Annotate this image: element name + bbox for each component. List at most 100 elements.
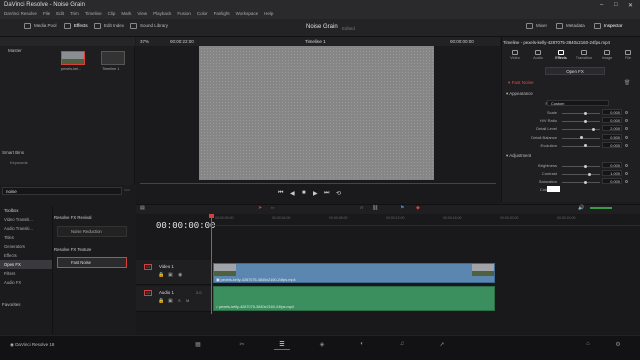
volume-meter[interactable] xyxy=(590,207,612,209)
effects-tree-item[interactable]: Audio Transiti... xyxy=(0,224,52,233)
keyframe-icon[interactable] xyxy=(625,119,628,123)
effect-noise-reduction[interactable]: Noise Reduction xyxy=(57,226,127,237)
menu-item[interactable]: Workspace xyxy=(236,11,258,16)
mute-button[interactable]: M xyxy=(186,298,189,303)
viewer-scrubber[interactable] xyxy=(140,183,496,184)
loop-icon[interactable]: ⟲ xyxy=(336,190,341,197)
param-value[interactable]: 0.000 xyxy=(602,117,622,124)
flag-icon[interactable]: ⚑ xyxy=(400,205,404,211)
param-slider[interactable] xyxy=(562,119,600,123)
mixer-button[interactable]: Mixer xyxy=(526,23,547,29)
edit-page-icon[interactable]: ☰ xyxy=(274,341,290,350)
keyframe-icon[interactable] xyxy=(625,111,628,114)
param-slider[interactable] xyxy=(562,127,600,131)
link-icon[interactable]: ⛓ xyxy=(372,205,378,211)
tab-transition[interactable]: Transition xyxy=(574,50,594,60)
param-slider[interactable] xyxy=(562,164,600,168)
menu-item[interactable]: Fairlight xyxy=(214,11,230,16)
slider-knob[interactable] xyxy=(580,136,583,140)
color-page-icon[interactable]: ◐ xyxy=(354,341,370,350)
menu-item[interactable]: Timeline xyxy=(85,11,102,16)
effects-tree-item[interactable]: Audio FX xyxy=(0,278,52,287)
metadata-button[interactable]: Metadata xyxy=(556,23,585,29)
menu-item[interactable]: Color xyxy=(197,11,208,16)
slider-knob[interactable] xyxy=(584,119,587,123)
adjustment-section[interactable]: ▾ Adjustment xyxy=(506,153,531,159)
effects-tree-item[interactable]: Titles xyxy=(0,233,52,242)
menu-item[interactable]: Edit xyxy=(56,11,64,16)
snapping-icon[interactable]: ∩ xyxy=(360,205,364,211)
effect-fast-noise[interactable]: Fast Noise xyxy=(57,257,127,268)
minimize-icon[interactable]: – xyxy=(600,2,603,8)
maximize-icon[interactable]: □ xyxy=(614,2,618,8)
lock-icon[interactable]: 🔒 xyxy=(158,272,164,278)
menu-item[interactable]: File xyxy=(43,11,50,16)
param-slider[interactable] xyxy=(562,111,600,115)
home-icon[interactable]: ⌂ xyxy=(580,341,596,350)
delete-fx-icon[interactable]: 🗑 xyxy=(624,80,630,86)
color-tint-swatch[interactable] xyxy=(547,186,560,192)
param-slider[interactable] xyxy=(562,180,600,184)
param-value[interactable]: 0.000 xyxy=(602,162,622,168)
play-icon[interactable]: ▶ xyxy=(313,190,318,197)
param-slider[interactable] xyxy=(562,172,600,176)
keyframe-icon[interactable] xyxy=(625,135,628,139)
trim-tool-icon[interactable]: ⇔ xyxy=(270,205,275,211)
menu-item[interactable]: DaVinci Resolve xyxy=(4,11,37,16)
inspector-button[interactable]: Inspector xyxy=(594,23,623,29)
media-pool-button[interactable]: Media Pool xyxy=(24,23,57,29)
tab-effects[interactable]: Effects xyxy=(551,50,571,60)
playhead[interactable] xyxy=(211,214,212,314)
slider-knob[interactable] xyxy=(584,164,587,168)
timeline-ruler[interactable]: 00:00:00:00 00:00:04:00 00:00:08:00 00:00:1… xyxy=(211,214,640,226)
search-options-icon[interactable]: ⋯ xyxy=(124,187,130,194)
clip-thumbnail-timeline[interactable] xyxy=(101,51,125,65)
param-slider[interactable] xyxy=(562,144,600,148)
timeline-timecode[interactable]: 00:00:00:00 xyxy=(156,221,215,231)
param-value[interactable]: 0.000 xyxy=(602,109,622,115)
reverse-icon[interactable]: ◀ xyxy=(290,190,295,197)
audio-clip[interactable]: ♪ pexels-kelly-4287075-3840x2160-24fps.m… xyxy=(213,286,495,311)
tab-video[interactable]: Video xyxy=(505,50,525,60)
slider-knob[interactable] xyxy=(584,180,587,184)
param-slider[interactable] xyxy=(562,136,600,140)
preset-select[interactable]: Custom xyxy=(547,100,609,106)
effects-tree-item[interactable]: Toolbox xyxy=(0,206,52,215)
settings-gear-icon[interactable]: ⚙ xyxy=(610,341,626,350)
effects-tree-item[interactable]: Video Transiti... xyxy=(0,215,52,224)
stop-icon[interactable]: ■ xyxy=(302,190,306,196)
menu-item[interactable]: View xyxy=(137,11,147,16)
sound-library-button[interactable]: Sound Library xyxy=(130,23,168,29)
fairlight-page-icon[interactable]: ♫ xyxy=(394,341,410,350)
master-bin[interactable]: Master xyxy=(8,48,22,53)
timeline-name[interactable]: Timeline 1 xyxy=(305,39,326,44)
eye-icon[interactable]: ◉ xyxy=(178,272,182,278)
speaker-icon[interactable]: 🔊 xyxy=(578,205,584,211)
slider-knob[interactable] xyxy=(584,111,587,115)
effects-search-input[interactable]: noise xyxy=(2,187,122,195)
param-value[interactable]: 0.000 xyxy=(602,141,622,148)
effects-tree-item[interactable]: Generators xyxy=(0,242,52,251)
keyframe-icon[interactable] xyxy=(625,127,628,131)
param-value[interactable]: 0.500 xyxy=(602,133,622,140)
media-page-icon[interactable]: ▦ xyxy=(190,341,206,350)
keyframe-icon[interactable] xyxy=(625,172,628,176)
slider-knob[interactable] xyxy=(592,127,595,131)
param-value[interactable]: 1.000 xyxy=(602,170,622,177)
deliver-page-icon[interactable]: ➚ xyxy=(434,341,450,350)
track-id-badge[interactable]: A1 xyxy=(144,290,153,296)
menu-item[interactable]: Clip xyxy=(108,11,116,16)
slider-knob[interactable] xyxy=(584,144,587,148)
edit-index-button[interactable]: Edit Index xyxy=(94,23,124,29)
close-icon[interactable]: ✕ xyxy=(628,2,633,9)
param-value[interactable]: 0.000 xyxy=(602,178,622,185)
keywords-bin[interactable]: Keywords xyxy=(10,160,28,165)
playhead-handle[interactable] xyxy=(209,214,214,218)
effects-button[interactable]: Effects xyxy=(64,23,88,29)
marker-icon[interactable]: ◆ xyxy=(416,205,420,211)
effects-tree-item[interactable]: Filters xyxy=(0,269,52,278)
tab-audio[interactable]: Audio xyxy=(528,50,548,60)
selection-tool-icon[interactable]: ➤ xyxy=(258,205,262,211)
video-clip[interactable]: ▣ pexels-kelly-4287075-3840x2160-24fps.m… xyxy=(213,263,495,283)
menu-item[interactable]: Help xyxy=(264,11,273,16)
